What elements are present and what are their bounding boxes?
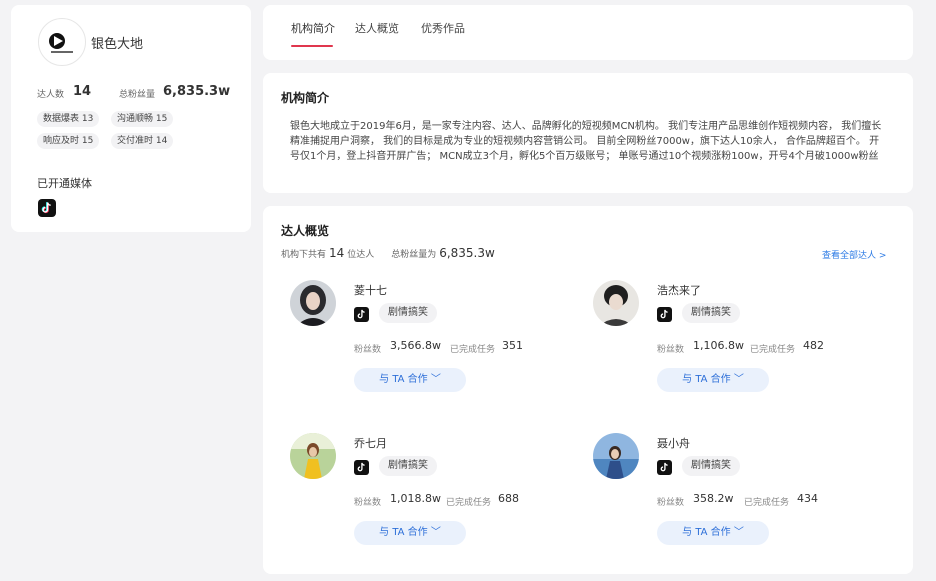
tab-org-intro[interactable]: 机构简介 xyxy=(291,20,335,36)
tasks-value: 434 xyxy=(797,492,818,505)
active-tab-indicator xyxy=(291,45,333,47)
avatar[interactable] xyxy=(593,280,639,326)
org-profile-card: 银色大地 达人数 14 总粉丝量 6,835.3w 数据爆表 13 沟通顺畅 1… xyxy=(11,5,251,232)
talent-count-label: 达人数 xyxy=(37,90,65,100)
tiktok-icon xyxy=(354,460,369,475)
rating-tag: 沟通顺畅 15 xyxy=(111,111,174,127)
fans-label: 粉丝数 xyxy=(657,498,685,508)
talent-card: 菱十七 剧情搞笑 粉丝数 3,566.8w 已完成任务 351 与 TA 合作 … xyxy=(290,280,550,420)
tab-bar: 机构简介 达人概览 优秀作品 xyxy=(263,5,913,60)
fans-value: 3,566.8w xyxy=(390,339,441,352)
summary-fans: 6,835.3w xyxy=(439,246,495,260)
tiktok-icon xyxy=(657,307,672,322)
avatar[interactable] xyxy=(290,433,336,479)
tasks-label: 已完成任务 xyxy=(450,345,496,355)
category-tag: 剧情搞笑 xyxy=(379,456,437,476)
avatar[interactable] xyxy=(290,280,336,326)
tasks-label: 已完成任务 xyxy=(744,498,790,508)
fans-value: 358.2w xyxy=(693,492,734,505)
avatar[interactable] xyxy=(593,433,639,479)
org-name: 银色大地 xyxy=(91,37,144,52)
cooperate-button[interactable]: 与 TA 合作 ﹀ xyxy=(354,368,466,392)
tasks-value: 482 xyxy=(803,339,824,352)
fans-label: 粉丝数 xyxy=(354,345,382,355)
tasks-label: 已完成任务 xyxy=(750,345,796,355)
talent-name[interactable]: 浩杰来了 xyxy=(657,282,701,298)
fans-value: 1,106.8w xyxy=(693,339,744,352)
tasks-value: 351 xyxy=(502,339,523,352)
rating-tag: 响应及时 15 xyxy=(37,133,100,149)
view-all-talents-link[interactable]: 查看全部达人 > xyxy=(822,248,886,261)
cooperate-button[interactable]: 与 TA 合作 ﹀ xyxy=(354,521,466,545)
fans-label: 粉丝数 xyxy=(657,345,685,355)
intro-title: 机构简介 xyxy=(281,91,330,105)
cooperate-button[interactable]: 与 TA 合作 ﹀ xyxy=(657,368,769,392)
total-fans-label: 总粉丝量 xyxy=(119,90,156,100)
category-tag: 剧情搞笑 xyxy=(682,303,740,323)
rating-tag: 数据爆表 13 xyxy=(37,111,100,127)
overview-title: 达人概览 xyxy=(281,224,330,238)
org-logo xyxy=(38,18,86,66)
talent-name[interactable]: 聂小舟 xyxy=(657,435,690,451)
talent-name[interactable]: 乔七月 xyxy=(354,435,387,451)
tasks-value: 688 xyxy=(498,492,519,505)
category-tag: 剧情搞笑 xyxy=(682,456,740,476)
org-intro-section: 机构简介 银色大地成立于2019年6月，是一家专注内容、达人、品牌孵化的短视频M… xyxy=(263,73,913,193)
overview-summary: 机构下共有 14 位达人 总粉丝量为 6,835.3w xyxy=(281,246,495,260)
fans-label: 粉丝数 xyxy=(354,498,382,508)
talent-name[interactable]: 菱十七 xyxy=(354,282,387,298)
talent-card: 聂小舟 剧情搞笑 粉丝数 358.2w 已完成任务 434 与 TA 合作 ﹀ xyxy=(593,433,853,573)
tab-top-works[interactable]: 优秀作品 xyxy=(421,20,465,36)
talent-overview-section: 达人概览 机构下共有 14 位达人 总粉丝量为 6,835.3w 查看全部达人 > 菱… xyxy=(263,206,913,574)
tiktok-icon xyxy=(354,307,369,322)
tasks-label: 已完成任务 xyxy=(446,498,492,508)
media-title: 已开通媒体 xyxy=(37,177,92,190)
tiktok-icon[interactable] xyxy=(38,199,56,217)
talent-card: 乔七月 剧情搞笑 粉丝数 1,018.8w 已完成任务 688 与 TA 合作 … xyxy=(290,433,550,573)
category-tag: 剧情搞笑 xyxy=(379,303,437,323)
talent-card: 浩杰来了 剧情搞笑 粉丝数 1,106.8w 已完成任务 482 与 TA 合作… xyxy=(593,280,853,420)
talent-count-value: 14 xyxy=(73,84,92,99)
total-fans-value: 6,835.3w xyxy=(163,84,231,99)
tiktok-icon xyxy=(657,460,672,475)
fans-value: 1,018.8w xyxy=(390,492,441,505)
intro-text: 银色大地成立于2019年6月，是一家专注内容、达人、品牌孵化的短视频MCN机构。… xyxy=(290,121,882,162)
summary-count: 14 xyxy=(329,246,345,260)
cooperate-button[interactable]: 与 TA 合作 ﹀ xyxy=(657,521,769,545)
rating-tag: 交付准时 14 xyxy=(111,133,174,149)
tab-talent-overview[interactable]: 达人概览 xyxy=(355,20,399,36)
